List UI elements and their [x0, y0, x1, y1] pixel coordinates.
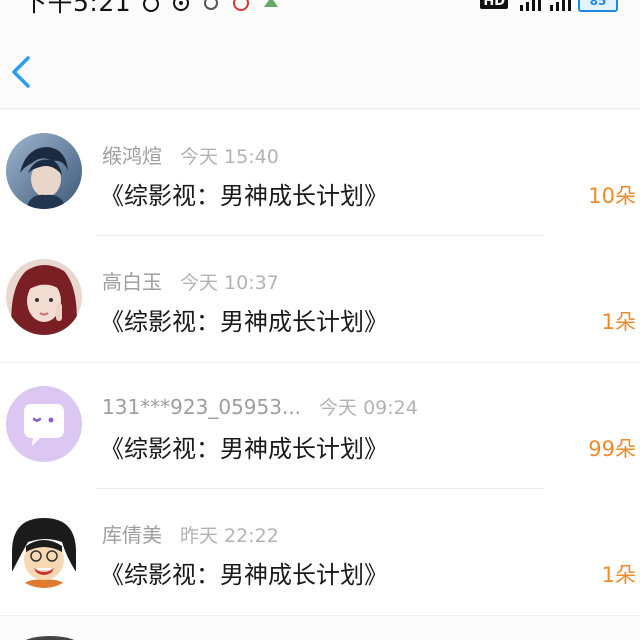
name-line: 库倩美 昨天 22:22	[102, 519, 279, 548]
avatar	[6, 259, 82, 335]
avatar	[6, 133, 82, 209]
signal-icon	[518, 0, 541, 11]
timestamp: 今天 09:24	[319, 397, 418, 419]
status-right: HD 85	[480, 0, 618, 12]
avatar	[20, 636, 80, 640]
signal-icon	[548, 0, 571, 11]
app-notification-icon	[201, 0, 221, 11]
list-item[interactable]: 131***923_05953... 今天 09:24 《综影视：男神成长计划》…	[0, 363, 640, 489]
list-item[interactable]: 高白玉 今天 10:37 《综影视：男神成长计划》 1朵	[0, 236, 640, 362]
flower-count: 10朵	[588, 184, 636, 208]
list-item[interactable]: 缑鸿煊 今天 15:40 《综影视：男神成长计划》 10朵	[0, 110, 640, 236]
timestamp: 今天 15:40	[180, 146, 279, 168]
avatar	[6, 386, 82, 462]
header-bar	[0, 30, 640, 109]
book-title: 《综影视：男神成长计划》	[100, 182, 388, 210]
name-line: 高白玉 今天 10:37	[102, 266, 279, 295]
flower-count: 1朵	[601, 563, 636, 587]
flower-count: 1朵	[601, 310, 636, 334]
back-button[interactable]	[6, 52, 36, 92]
divider	[0, 615, 640, 616]
battery-indicator: 85	[578, 0, 618, 12]
book-title: 《综影视：男神成长计划》	[100, 561, 388, 589]
timestamp: 昨天 22:22	[180, 525, 279, 547]
reward-list: 缑鸿煊 今天 15:40 《综影视：男神成长计划》 10朵 高白玉 今天 10:…	[0, 110, 640, 616]
hd-badge: HD	[480, 0, 508, 9]
chevron-left-icon	[12, 56, 30, 88]
user-name: 高白玉	[102, 270, 162, 294]
user-name: 库倩美	[102, 523, 162, 547]
screen: 下午5:21 HD 85 缑鸿煊 今天 15:40 《综影视：男神成长计划》 1…	[0, 0, 640, 640]
user-name: 缑鸿煊	[102, 144, 162, 168]
alarm-icon	[141, 0, 161, 12]
status-left: 下午5:21	[22, 0, 281, 19]
user-name: 131***923_05953...	[102, 395, 302, 419]
app-notification-icon	[261, 0, 281, 11]
book-title: 《综影视：男神成长计划》	[100, 435, 388, 463]
status-time: 下午5:21	[22, 0, 132, 17]
timestamp: 今天 10:37	[180, 272, 279, 294]
app-notification-icon	[231, 0, 251, 11]
app-notification-icon	[171, 0, 191, 11]
list-item[interactable]: 库倩美 昨天 22:22 《综影视：男神成长计划》 1朵	[0, 489, 640, 615]
name-line: 131***923_05953... 今天 09:24	[102, 393, 418, 420]
status-bar: 下午5:21 HD 85	[0, 0, 640, 19]
book-title: 《综影视：男神成长计划》	[100, 308, 388, 336]
avatar	[6, 512, 82, 588]
flower-count: 99朵	[588, 437, 636, 461]
name-line: 缑鸿煊 今天 15:40	[102, 140, 279, 169]
